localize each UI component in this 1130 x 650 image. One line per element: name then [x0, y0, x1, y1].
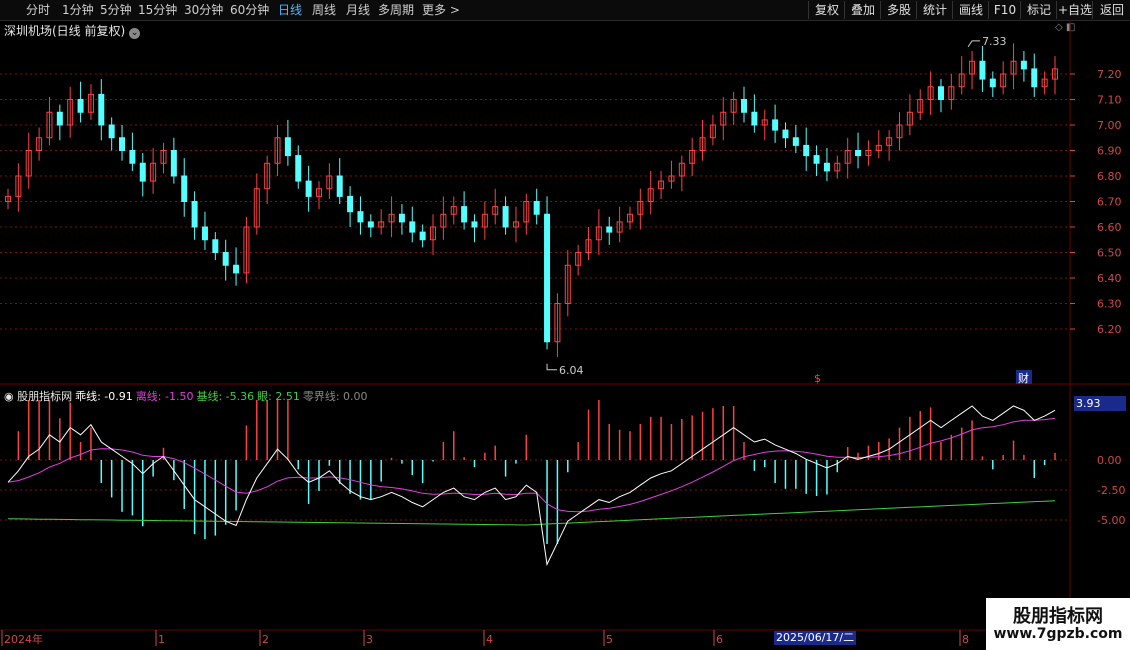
kline-chart[interactable]: 7.20 7.10 7.00 6.90 6.80 6.70 6.60 6.50 6.40 6.30…: [0, 0, 1130, 650]
dividend-marker: $: [814, 372, 821, 385]
candle-down: [357, 211, 364, 223]
candle-down: [295, 155, 302, 182]
baseline-series: [7, 500, 1056, 526]
candle-down: [170, 150, 177, 177]
high-marker: [967, 40, 981, 48]
candle-down: [222, 252, 229, 266]
indicator-field-3: 眼: 2.51: [257, 390, 300, 403]
candle-down: [419, 231, 426, 241]
candle-down: [305, 180, 312, 197]
indicator-field-1: 离线: -1.50: [135, 390, 194, 403]
indicator-axis-label: -2.50: [1097, 484, 1125, 497]
candle-down: [803, 144, 810, 157]
low-marker: [546, 363, 558, 371]
candle-down: [212, 239, 219, 253]
candle-down: [502, 206, 509, 228]
time-axis-label: 2024年: [4, 632, 43, 646]
price-axis-label: 6.70: [1097, 196, 1122, 209]
candle-down: [533, 201, 540, 215]
high-label: 7.33: [982, 35, 1007, 48]
candle-down: [782, 129, 789, 139]
indicator-field-4: 零界线: 0.00: [302, 390, 368, 403]
time-axis-label: 3: [366, 633, 373, 646]
candle-down: [108, 124, 115, 139]
indicator-value-badge: 3.93: [1074, 396, 1126, 411]
candle-down: [98, 93, 105, 126]
time-axis-label: 1: [158, 633, 165, 646]
candle-down: [139, 162, 146, 182]
candle-down: [191, 201, 198, 228]
price-axis-label: 6.60: [1097, 221, 1122, 234]
candle-down: [855, 150, 862, 157]
candle-down: [792, 137, 799, 146]
candle-down: [813, 155, 820, 164]
candle-down: [544, 213, 551, 343]
watermark-url: www.7gpzb.com: [993, 626, 1123, 642]
candle-down: [1031, 68, 1038, 88]
candle-down: [606, 226, 613, 233]
time-axis-label: 4: [486, 633, 493, 646]
price-axis-label: 7.20: [1097, 68, 1122, 81]
candle-down: [461, 206, 468, 223]
watermark-title: 股朋指标网: [1013, 606, 1103, 627]
candle-down: [347, 195, 354, 213]
candle-down: [77, 99, 84, 113]
price-axis-label: 6.50: [1097, 247, 1122, 260]
candle-down: [398, 213, 405, 223]
low-label: 6.04: [559, 364, 584, 377]
price-axis-label: 6.40: [1097, 272, 1122, 285]
cursor-date-badge: 2025/06/17/二: [774, 631, 857, 645]
candle-down: [741, 99, 748, 113]
candle-down: [979, 60, 986, 80]
candle-down: [119, 137, 126, 151]
candle-down: [201, 226, 208, 241]
time-axis-label: 8: [962, 633, 969, 646]
candle-down: [937, 86, 944, 100]
candle-down: [1020, 60, 1027, 70]
price-axis-label: 6.80: [1097, 170, 1122, 183]
time-axis-label: 6: [716, 633, 723, 646]
candle-down: [56, 111, 63, 126]
candle-down: [284, 137, 291, 157]
deviation-series: [7, 417, 1056, 513]
watermark: 股朋指标网 www.7gpzb.com: [986, 598, 1130, 650]
time-axis-label: 5: [606, 633, 613, 646]
indicator-field-0: 乖线: -0.91: [75, 390, 133, 403]
candle-down: [823, 162, 830, 172]
candle-down: [181, 175, 188, 202]
candle-down: [989, 78, 996, 88]
time-axis-label: 2: [262, 633, 269, 646]
price-axis-label: 6.30: [1097, 298, 1122, 311]
finance-marker: 财: [1018, 371, 1029, 385]
candle-down: [772, 119, 779, 131]
candle-down: [233, 264, 240, 274]
indicator-title: ◉ 股朋指标网 乖线: -0.91 离线: -1.50 基线: -5.36 眼: 2.5…: [4, 388, 371, 404]
price-axis-label: 7.00: [1097, 119, 1122, 132]
indicator-field-2: 基线: -5.36: [196, 390, 255, 403]
price-axis-label: 7.10: [1097, 94, 1122, 107]
candle-down: [129, 150, 136, 164]
candle-down: [471, 221, 478, 228]
price-axis-label: 6.20: [1097, 323, 1122, 336]
indicator-axis-label: 0.00: [1097, 454, 1122, 467]
candle-down: [367, 221, 374, 228]
candle-down: [751, 111, 758, 126]
indicator-name[interactable]: ◉ 股朋指标网: [4, 390, 72, 403]
indicator-axis-label: -5.00: [1097, 514, 1125, 527]
main-series: [7, 405, 1056, 567]
candle-down: [409, 221, 416, 233]
candle-down: [336, 175, 343, 197]
price-axis-label: 6.90: [1097, 145, 1122, 158]
